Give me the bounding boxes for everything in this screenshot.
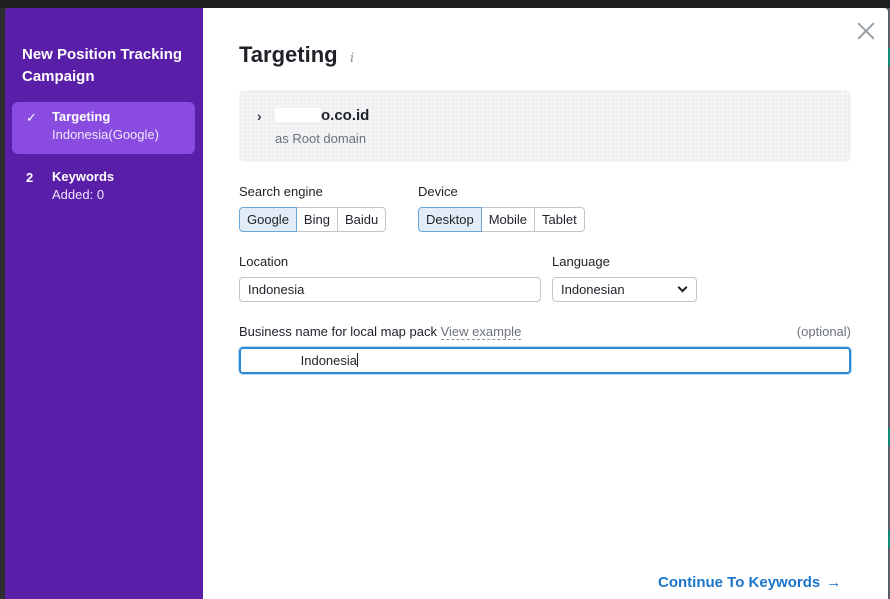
language-group: Language Indonesian [552,254,697,302]
step-subtitle: Indonesia(Google) [52,127,159,142]
new-campaign-modal: New Position Tracking Campaign ✓ Targeti… [5,8,888,599]
chevron-right-icon[interactable]: › [257,108,262,124]
search-engine-baidu[interactable]: Baidu [337,207,387,232]
chevron-down-icon [677,282,688,293]
domain-card: › o.co.id as Root domain [239,90,851,162]
business-name-input[interactable]: Indonesia [239,347,851,374]
redacted-text [249,354,297,366]
backdrop-topbar [0,0,890,8]
arrow-right-icon: → [826,574,842,591]
location-label: Location [239,254,289,269]
language-select[interactable]: Indonesian [552,277,697,302]
device-mobile[interactable]: Mobile [481,207,535,232]
sidebar: New Position Tracking Campaign ✓ Targeti… [5,8,203,599]
domain-name: o.co.id [275,107,369,124]
device-selector: Desktop Mobile Tablet [418,207,585,232]
step-title: Targeting [52,109,111,124]
info-icon[interactable]: i [350,51,354,66]
device-label: Device [418,184,458,199]
sidebar-title: New Position Tracking Campaign [22,46,183,85]
redacted-text [275,108,321,122]
device-group: Device Desktop Mobile Tablet [418,184,585,232]
device-tablet[interactable]: Tablet [535,207,585,232]
step-keywords[interactable]: 2 Keywords Added: 0 [12,162,195,214]
continue-to-keywords-button[interactable]: Continue To Keywords → [658,574,841,591]
business-label-row: Business name for local map pack View ex… [239,324,851,340]
step-number: 2 [26,170,34,185]
text-cursor [357,353,359,367]
view-example-link[interactable]: View example [440,324,522,340]
business-label: Business name for local map pack [239,324,437,339]
location-group: Location Indonesia [239,254,552,302]
engine-device-row: Search engine Google Bing Baidu Device D… [239,184,852,232]
step-title: Keywords [52,169,115,184]
business-name-value: Indonesia [300,353,358,368]
search-engine-selector: Google Bing Baidu [239,207,418,232]
step-subtitle: Added: 0 [52,187,105,202]
close-icon[interactable] [856,20,876,40]
language-value: Indonesian [561,282,625,297]
check-icon: ✓ [26,110,37,125]
location-input[interactable]: Indonesia [239,277,541,302]
page-title: Targeting [239,42,338,67]
search-engine-google[interactable]: Google [239,207,297,232]
domain-type: as Root domain [275,131,367,146]
optional-label: (optional) [796,324,851,339]
search-engine-group: Search engine Google Bing Baidu [239,184,418,232]
search-engine-label: Search engine [239,184,323,199]
location-language-row: Location Indonesia Language Indonesian [239,254,852,302]
language-label: Language [552,254,610,269]
step-targeting[interactable]: ✓ Targeting Indonesia(Google) [12,102,195,154]
device-desktop[interactable]: Desktop [418,207,482,232]
search-engine-bing[interactable]: Bing [296,207,338,232]
main-panel: Targeting i › o.co.id as Root domain Sea… [203,8,888,599]
